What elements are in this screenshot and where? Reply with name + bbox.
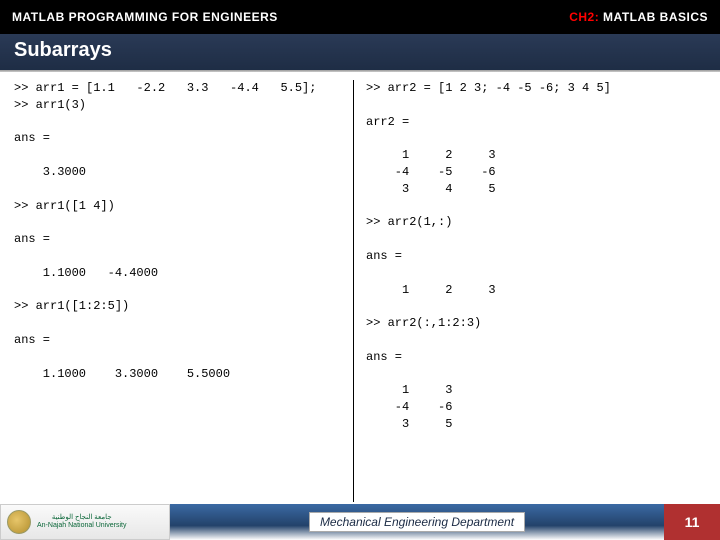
code-column-left: >> arr1 = [1.1 -2.2 3.3 -4.4 5.5]; >> ar… bbox=[14, 80, 354, 502]
slide-title: Subarrays bbox=[0, 34, 720, 70]
university-seal-icon bbox=[7, 510, 31, 534]
department-label: Mechanical Engineering Department bbox=[309, 512, 525, 532]
chapter-label: CH2: MATLAB BASICS bbox=[569, 10, 708, 24]
slide-header: MATLAB PROGRAMMING FOR ENGINEERS CH2: MA… bbox=[0, 0, 720, 34]
chapter-title: MATLAB BASICS bbox=[599, 10, 708, 24]
department-banner: Mechanical Engineering Department bbox=[170, 504, 664, 540]
page-number: 11 bbox=[664, 504, 720, 540]
chapter-prefix: CH2: bbox=[569, 10, 599, 24]
university-logo-box: جامعة النجاح الوطنية An-Najah National U… bbox=[0, 504, 170, 540]
course-title: MATLAB PROGRAMMING FOR ENGINEERS bbox=[12, 10, 278, 24]
university-name-en: An-Najah National University bbox=[37, 522, 126, 530]
university-name-ar: جامعة النجاح الوطنية bbox=[37, 514, 126, 522]
content-area: >> arr1 = [1.1 -2.2 3.3 -4.4 5.5]; >> ar… bbox=[0, 72, 720, 502]
slide-footer: جامعة النجاح الوطنية An-Najah National U… bbox=[0, 504, 720, 540]
code-column-right: >> arr2 = [1 2 3; -4 -5 -6; 3 4 5] arr2 … bbox=[354, 80, 706, 502]
university-name: جامعة النجاح الوطنية An-Najah National U… bbox=[37, 514, 126, 529]
